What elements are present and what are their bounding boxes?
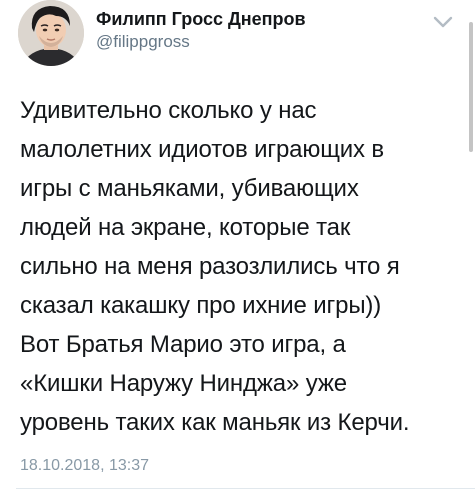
tweet-timestamp[interactable]: 18.10.2018, 13:37 [20,456,149,476]
tweet-text: Удивительно сколько у нас малолетних иди… [20,91,460,442]
tweet-line: игры с маньяками, убивающих [20,175,359,202]
author-block[interactable]: Филипп Гросс Днепров @filippgross [96,8,306,53]
tweet-card: Филипп Гросс Днепров @filippgross Удивит… [0,0,475,500]
divider [16,488,475,489]
tweet-line: людей на экране, которые так [20,214,351,241]
avatar[interactable] [18,0,84,66]
tweet-line: сказал какашку про ихние игры)) [20,292,382,319]
tweet-line: «Кишки Наружу Нинджа» уже [20,370,347,397]
author-display-name[interactable]: Филипп Гросс Днепров [96,8,306,30]
author-handle[interactable]: @filippgross [96,31,306,53]
tweet-line: Удивительно сколько у нас [20,97,317,124]
chevron-down-icon[interactable] [431,14,455,30]
tweet-line: Вот Братья Марио это игра, а [20,331,346,358]
scrollbar[interactable] [469,22,473,152]
avatar-image [18,0,84,66]
tweet-line: уровень таких как маньяк из Керчи. [20,409,410,436]
tweet-line: малолетних идиотов играющих в [20,136,385,163]
tweet-line: сильно на меня разозлились что я [20,253,400,280]
